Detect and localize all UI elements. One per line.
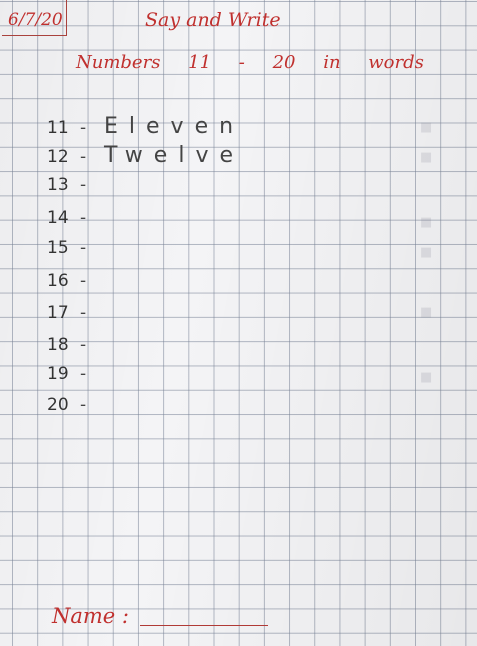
show-through-mark: ■ bbox=[420, 215, 433, 230]
row-number: 15 bbox=[47, 238, 69, 258]
row-dash: - bbox=[80, 208, 87, 228]
row-number: 20 bbox=[47, 395, 69, 415]
row-number: 16 bbox=[47, 271, 69, 291]
row-number: 18 bbox=[47, 335, 69, 355]
page-shading bbox=[0, 0, 477, 646]
show-through-mark: ■ bbox=[420, 120, 433, 135]
row-number: 11 bbox=[47, 118, 69, 138]
name-label: Name : bbox=[52, 604, 129, 628]
row-dash: - bbox=[80, 271, 87, 291]
row-dash: - bbox=[80, 395, 87, 415]
row-word: Eleven bbox=[104, 114, 245, 139]
row-dash: - bbox=[80, 364, 87, 384]
show-through-mark: ■ bbox=[420, 370, 433, 385]
page-title: Say and Write bbox=[145, 9, 281, 31]
notebook-page: 6/7/20 Say and Write Numbers 11 - 20 in … bbox=[0, 0, 477, 646]
name-line bbox=[140, 625, 268, 626]
row-dash: - bbox=[80, 238, 87, 258]
row-dash: - bbox=[80, 118, 87, 138]
row-dash: - bbox=[80, 335, 87, 355]
row-word: Twelve bbox=[104, 143, 244, 168]
row-number: 12 bbox=[47, 147, 69, 167]
row-dash: - bbox=[80, 303, 87, 323]
show-through-mark: ■ bbox=[420, 245, 433, 260]
row-number: 19 bbox=[47, 364, 69, 384]
row-dash: - bbox=[80, 175, 87, 195]
date-text: 6/7/20 bbox=[8, 10, 63, 30]
show-through-mark: ■ bbox=[420, 150, 433, 165]
show-through-mark: ■ bbox=[420, 305, 433, 320]
row-number: 14 bbox=[47, 208, 69, 228]
row-number: 17 bbox=[47, 303, 69, 323]
row-number: 13 bbox=[47, 175, 69, 195]
row-dash: - bbox=[80, 147, 87, 167]
page-subtitle: Numbers 11 - 20 in words bbox=[76, 52, 424, 73]
